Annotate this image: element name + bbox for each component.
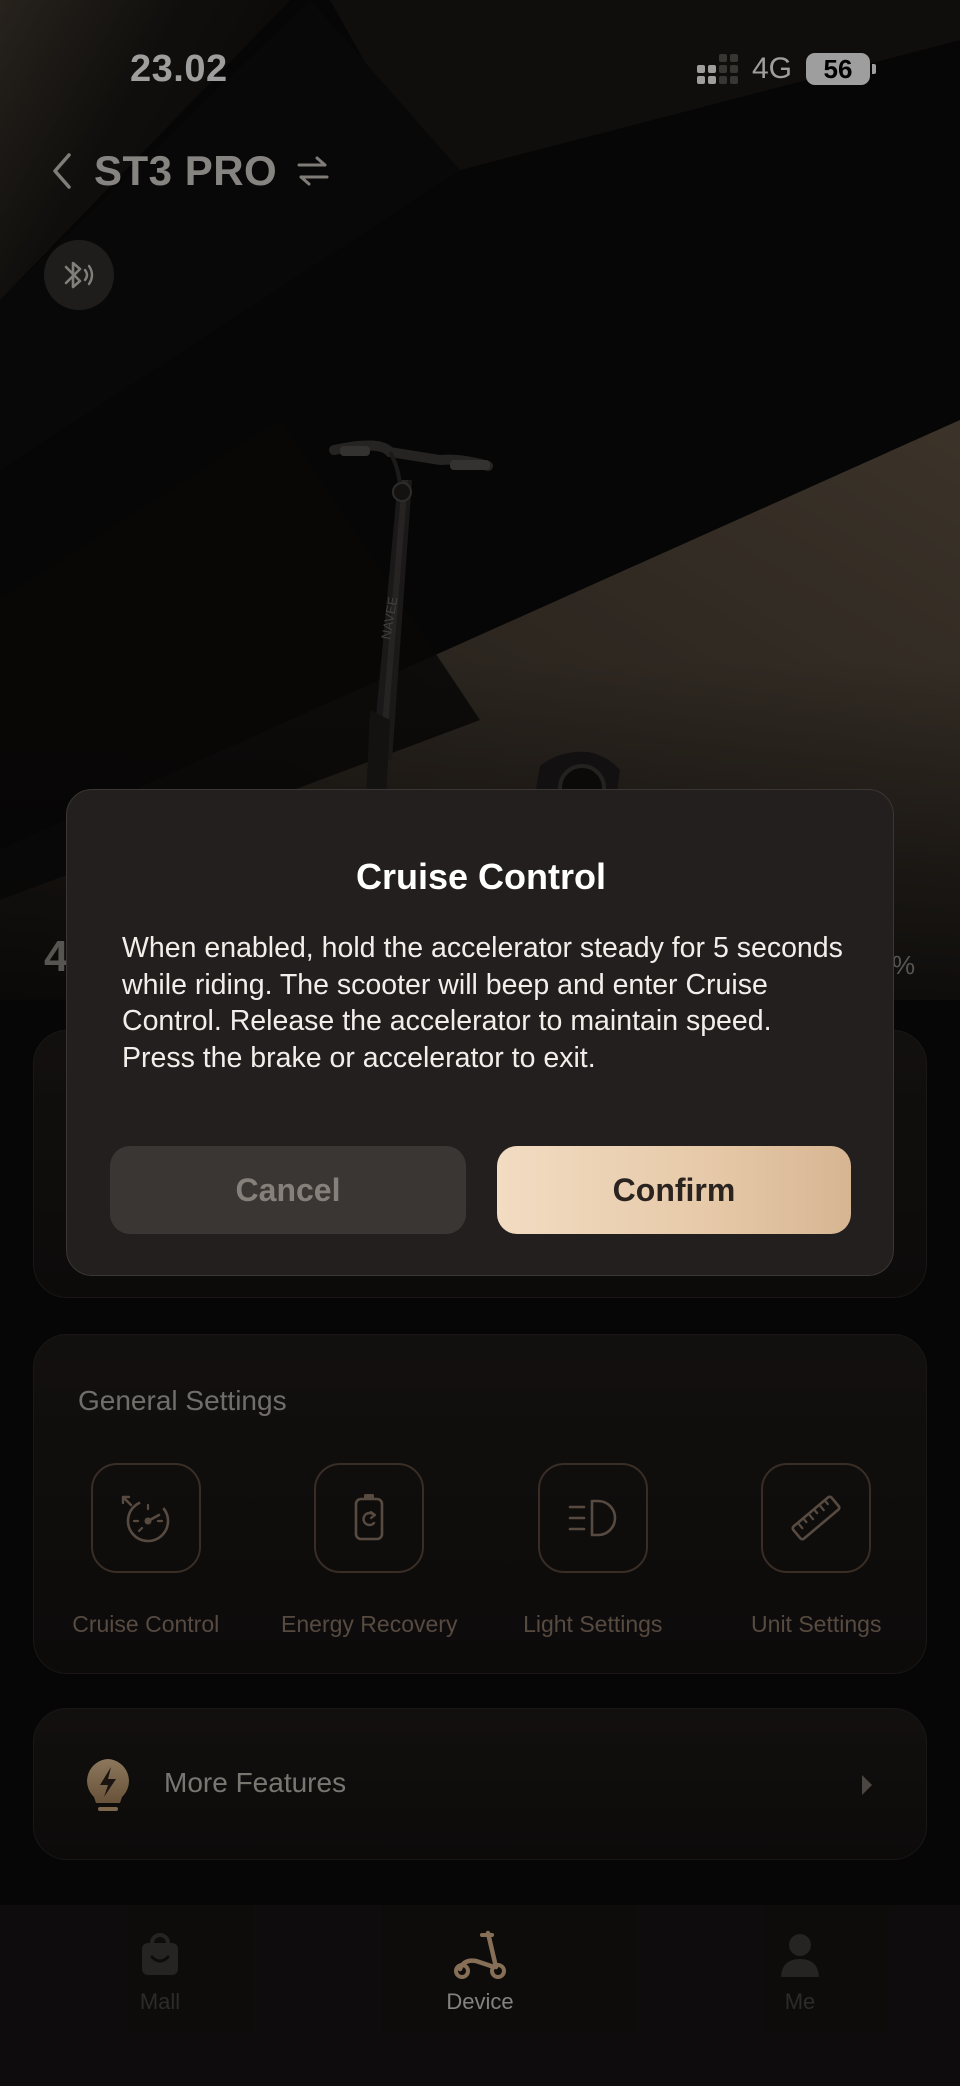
cruise-control-dialog: Cruise Control When enabled, hold the ac… [66,789,894,1276]
dialog-message: When enabled, hold the accelerator stead… [122,932,843,1074]
confirm-button[interactable]: Confirm [497,1146,851,1234]
dialog-title: Cruise Control [355,856,606,897]
cancel-button[interactable]: Cancel [110,1146,466,1234]
